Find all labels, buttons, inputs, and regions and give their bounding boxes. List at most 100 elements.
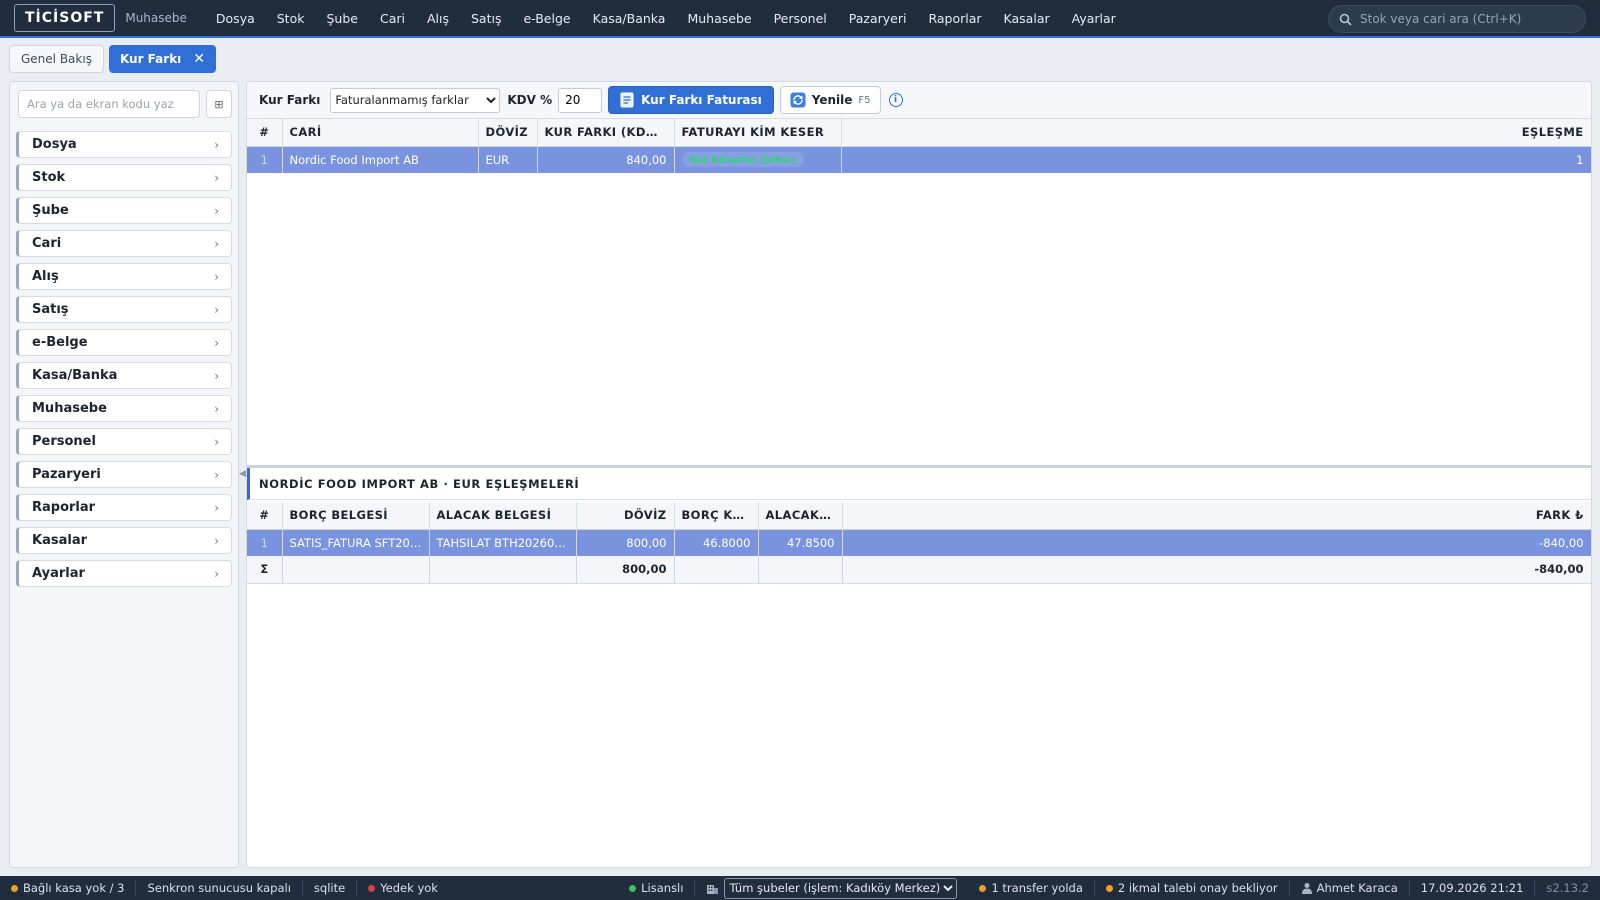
chevron-right-icon: › <box>214 401 219 416</box>
col-kim-keser[interactable]: FATURAYI KİM KESER <box>674 119 842 147</box>
shortcut-label: F5 <box>858 94 871 106</box>
menu-cari[interactable]: Cari <box>369 11 416 26</box>
menu-ebelge[interactable]: e-Belge <box>512 11 581 26</box>
kdv-input[interactable] <box>558 87 603 113</box>
menu-muhasebe[interactable]: Muhasebe <box>676 11 762 26</box>
tab-kur-farki[interactable]: Kur Farkı ✕ <box>108 45 217 73</box>
status-ikmal-text: 2 ikmal talebi onay bekliyor <box>1117 881 1278 895</box>
sidebar-item-label: Ayarlar <box>32 566 85 581</box>
status-user[interactable]: Ahmet Karaca <box>1290 881 1409 895</box>
menu-stok[interactable]: Stok <box>266 11 316 26</box>
status-kasa: Bağlı kasa yok / 3 <box>0 881 135 895</box>
chevron-right-icon: › <box>214 566 219 581</box>
status-dot <box>629 884 637 892</box>
status-datetime: 17.09.2026 21:21 <box>1410 881 1535 895</box>
status-bar: Bağlı kasa yok / 3 Senkron sunucusu kapa… <box>0 876 1600 900</box>
col-borc-belgesi[interactable]: BORÇ BELGESİ <box>282 502 430 530</box>
close-icon[interactable]: ✕ <box>193 51 205 67</box>
sum-empty <box>758 556 843 584</box>
top-menu: Dosya Stok Şube Cari Alış Satış e-Belge … <box>205 11 1127 26</box>
chevron-right-icon: › <box>214 434 219 449</box>
status-transfer[interactable]: 1 transfer yolda <box>968 881 1093 895</box>
cell-alacak-kur: 47.8500 <box>758 529 843 556</box>
sidebar-item-kasa-banka[interactable]: Kasa/Banka › <box>16 362 232 389</box>
col-eslesme[interactable]: EŞLEŞME <box>841 119 1591 147</box>
toolbar: Kur Farkı Faturalanmamış farklar KDV % K… <box>247 82 1591 119</box>
main-panel: Kur Farkı Faturalanmamış farklar KDV % K… <box>246 81 1592 868</box>
menu-sube[interactable]: Şube <box>315 11 368 26</box>
col-alacak-kur[interactable]: ALACAK ... <box>758 502 843 530</box>
col-doviz[interactable]: DÖVİZ <box>576 502 675 530</box>
status-version-text: s2.13.2 <box>1546 881 1589 895</box>
status-sync-text: Senkron sunucusu kapalı <box>147 881 291 895</box>
sidebar-item-kasalar[interactable]: Kasalar › <box>16 527 232 554</box>
sum-symbol: Σ <box>247 556 283 584</box>
col-cari[interactable]: CARİ <box>282 119 479 147</box>
col-doviz[interactable]: DÖVİZ <box>478 119 538 147</box>
sidebar-search-input[interactable] <box>18 90 200 118</box>
global-search-input[interactable] <box>1360 12 1560 26</box>
col-index[interactable]: # <box>247 119 283 147</box>
tab-strip: Genel Bakış Kur Farkı ✕ <box>9 45 217 73</box>
cell-doviz: 800,00 <box>576 529 675 556</box>
top-bar: TİCİSOFT Muhasebe Dosya Stok Şube Cari A… <box>0 0 1600 38</box>
sidebar-item-personel[interactable]: Personel › <box>16 428 232 455</box>
menu-dosya[interactable]: Dosya <box>205 11 266 26</box>
table-row[interactable]: 1 SATIS_FATURA SFT2026... TAHSILAT BTH20… <box>247 529 1591 556</box>
col-alacak-belgesi[interactable]: ALACAK BELGESİ <box>429 502 577 530</box>
menu-ayarlar[interactable]: Ayarlar <box>1061 11 1127 26</box>
filter-select[interactable]: Faturalanmamış farklar <box>330 87 501 113</box>
menu-kasa-banka[interactable]: Kasa/Banka <box>582 11 677 26</box>
sidebar-item-cari[interactable]: Cari › <box>16 230 232 257</box>
chevron-right-icon: › <box>214 170 219 185</box>
sidebar-item-dosya[interactable]: Dosya › <box>16 131 232 158</box>
menu-satis[interactable]: Satış <box>460 11 512 26</box>
menu-alis[interactable]: Alış <box>416 11 460 26</box>
sidebar-item-ayarlar[interactable]: Ayarlar › <box>16 560 232 587</box>
col-index[interactable]: # <box>247 502 283 530</box>
collapse-sidebar-icon[interactable]: ◀ <box>239 469 246 479</box>
table-row[interactable]: 1 Nordic Food Import AB EUR 840,00 biz k… <box>247 146 1591 173</box>
status-ikmal[interactable]: 2 ikmal talebi onay bekliyor <box>1095 881 1289 895</box>
user-icon <box>1301 883 1312 894</box>
sidebar-item-label: Raporlar <box>32 500 96 515</box>
sidebar: ⊞ Dosya › Stok › Şube › Cari › Alış › Satış › … <box>9 81 239 868</box>
menu-raporlar[interactable]: Raporlar <box>917 11 992 26</box>
tab-label: Genel Bakış <box>21 52 92 66</box>
col-borc-kur[interactable]: BORÇ KU... <box>674 502 759 530</box>
menu-personel[interactable]: Personel <box>763 11 838 26</box>
sidebar-item-label: Kasa/Banka <box>32 368 118 383</box>
refresh-button[interactable]: Yenile F5 <box>779 86 881 114</box>
branch-select[interactable]: Tüm şubeler (işlem: Kadıköy Merkez) <box>724 877 958 899</box>
sidebar-item-raporlar[interactable]: Raporlar › <box>16 494 232 521</box>
sidebar-item-label: Alış <box>32 269 59 284</box>
sidebar-item-alis[interactable]: Alış › <box>16 263 232 290</box>
status-db-text: sqlite <box>313 881 346 895</box>
kur-farki-faturasi-button[interactable]: Kur Farkı Faturası <box>608 86 774 114</box>
status-version: s2.13.2 <box>1535 881 1600 895</box>
col-fark[interactable]: FARK ₺ <box>842 502 1591 530</box>
toolbar-title: Kur Farkı <box>259 93 321 107</box>
tab-genel-bakis[interactable]: Genel Bakış <box>9 45 104 73</box>
sidebar-item-stok[interactable]: Stok › <box>16 164 232 191</box>
col-kur-farki[interactable]: KUR FARKI (KDV ... <box>537 119 675 147</box>
global-search[interactable] <box>1328 5 1586 33</box>
sum-empty <box>429 556 577 584</box>
menu-pazaryeri[interactable]: Pazaryeri <box>838 11 918 26</box>
sidebar-item-muhasebe[interactable]: Muhasebe › <box>16 395 232 422</box>
sum-fark: -840,00 <box>842 556 1591 584</box>
sidebar-item-label: Pazaryeri <box>32 467 101 482</box>
app-logo[interactable]: TİCİSOFT <box>14 4 116 32</box>
menu-kasalar[interactable]: Kasalar <box>993 11 1061 26</box>
sidebar-item-label: e-Belge <box>32 335 88 350</box>
detail-title: NORDİC FOOD IMPORT AB · EUR EŞLEŞMELERİ <box>247 468 1591 500</box>
grid-icon[interactable]: ⊞ <box>206 90 232 118</box>
sidebar-item-satis[interactable]: Satış › <box>16 296 232 323</box>
sidebar-item-ebelge[interactable]: e-Belge › <box>16 329 232 356</box>
sidebar-item-label: Personel <box>32 434 96 449</box>
sidebar-item-sube[interactable]: Şube › <box>16 197 232 224</box>
cell-index: 1 <box>247 146 283 173</box>
sidebar-item-pazaryeri[interactable]: Pazaryeri › <box>16 461 232 488</box>
button-label: Yenile <box>811 93 853 107</box>
info-icon[interactable]: i <box>888 93 903 107</box>
